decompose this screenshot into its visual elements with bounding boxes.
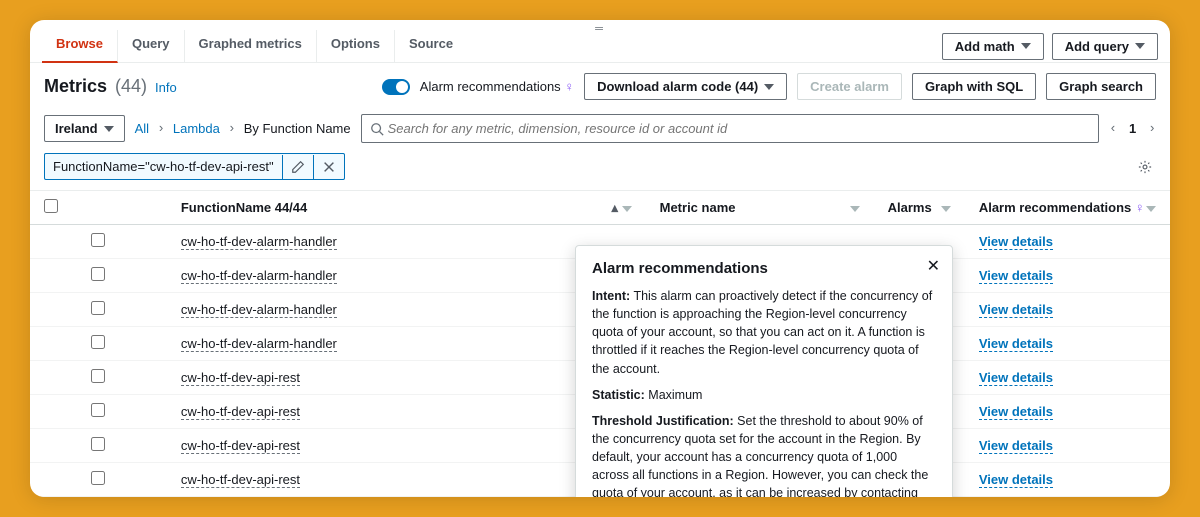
col-metricname[interactable]: Metric name: [660, 200, 736, 215]
function-name-link[interactable]: cw-ho-tf-dev-alarm-handler: [181, 268, 337, 284]
graph-with-sql-button[interactable]: Graph with SQL: [912, 73, 1036, 100]
graph-search-button[interactable]: Graph search: [1046, 73, 1156, 100]
alarm-reco-label: Alarm recommendations ♀: [420, 79, 574, 94]
view-details-link[interactable]: View details: [979, 438, 1053, 454]
row-checkbox[interactable]: [91, 369, 105, 383]
filter-chip: FunctionName="cw-ho-tf-dev-api-rest": [44, 153, 345, 180]
sort-icon[interactable]: [850, 200, 860, 215]
alarm-reco-toggle[interactable]: [382, 79, 410, 95]
sort-icon[interactable]: [1146, 200, 1156, 215]
lightbulb-icon: ♀: [1135, 200, 1145, 215]
breadcrumb-all[interactable]: All: [135, 121, 149, 136]
row-checkbox[interactable]: [91, 403, 105, 417]
breadcrumb-dimension: By Function Name: [244, 121, 351, 136]
view-details-link[interactable]: View details: [979, 302, 1053, 318]
view-details-link[interactable]: View details: [979, 404, 1053, 420]
add-math-button[interactable]: Add math: [942, 33, 1044, 60]
function-name-link[interactable]: cw-ho-tf-dev-alarm-handler: [181, 336, 337, 352]
caret-down-icon: [1021, 43, 1031, 49]
tab-browse[interactable]: Browse: [42, 30, 118, 63]
row-checkbox[interactable]: [91, 267, 105, 281]
col-alarm-recs[interactable]: Alarm recommendations: [979, 200, 1131, 215]
prev-page[interactable]: ‹: [1109, 121, 1117, 136]
filter-bar: Ireland All › Lambda › By Function Name …: [30, 110, 1170, 153]
remove-filter-icon[interactable]: [313, 155, 344, 179]
tab-source[interactable]: Source: [395, 30, 467, 62]
statistic-label: Statistic:: [592, 388, 645, 402]
metrics-panel: ═ Browse Query Graphed metrics Options S…: [30, 20, 1170, 497]
add-math-label: Add math: [955, 39, 1015, 54]
function-name-link[interactable]: cw-ho-tf-dev-api-rest: [181, 404, 300, 420]
page-number: 1: [1129, 121, 1136, 136]
row-checkbox[interactable]: [91, 335, 105, 349]
breadcrumb-service[interactable]: Lambda: [173, 121, 220, 136]
caret-down-icon: [104, 126, 114, 132]
function-name-link[interactable]: cw-ho-tf-dev-alarm-handler: [181, 302, 337, 318]
create-alarm-button: Create alarm: [797, 73, 902, 100]
table-settings-button[interactable]: [1134, 155, 1156, 179]
row-checkbox[interactable]: [91, 301, 105, 315]
search-input[interactable]: [384, 119, 1091, 138]
alarm-reco-popover: ✕ Alarm recommendations Intent: This ala…: [575, 245, 953, 497]
result-count: (44): [115, 76, 147, 97]
row-checkbox[interactable]: [91, 471, 105, 485]
next-page[interactable]: ›: [1148, 121, 1156, 136]
gear-icon: [1138, 160, 1152, 174]
pagination: ‹ 1 ›: [1109, 121, 1156, 136]
edit-filter-icon[interactable]: [282, 155, 313, 179]
col-functionname[interactable]: FunctionName 44/44: [181, 200, 307, 215]
add-query-button[interactable]: Add query: [1052, 33, 1158, 60]
toolbar: Metrics (44) Info Alarm recommendations …: [30, 63, 1170, 110]
sort-icon[interactable]: ▴: [611, 200, 631, 216]
view-details-link[interactable]: View details: [979, 268, 1053, 284]
lightbulb-icon: ♀: [564, 79, 574, 94]
sort-icon[interactable]: [941, 200, 951, 215]
function-name-link[interactable]: cw-ho-tf-dev-api-rest: [181, 472, 300, 488]
popover-title: Alarm recommendations: [592, 260, 936, 277]
search-input-wrapper[interactable]: [361, 114, 1100, 143]
drag-handle-icon[interactable]: ═: [595, 23, 605, 35]
view-details-link[interactable]: View details: [979, 234, 1053, 250]
tab-query[interactable]: Query: [118, 30, 185, 62]
breadcrumb: All › Lambda › By Function Name: [135, 121, 351, 136]
active-filters: FunctionName="cw-ho-tf-dev-api-rest": [30, 153, 1170, 190]
region-value: Ireland: [55, 121, 98, 136]
function-name-link[interactable]: cw-ho-tf-dev-api-rest: [181, 438, 300, 454]
function-name-link[interactable]: cw-ho-tf-dev-api-rest: [181, 370, 300, 386]
caret-down-icon: [764, 84, 774, 90]
row-checkbox[interactable]: [91, 233, 105, 247]
caret-down-icon: [1135, 43, 1145, 49]
region-selector[interactable]: Ireland: [44, 115, 125, 142]
view-details-link[interactable]: View details: [979, 370, 1053, 386]
row-checkbox[interactable]: [91, 437, 105, 451]
page-title: Metrics: [44, 76, 107, 97]
info-link[interactable]: Info: [155, 80, 177, 95]
threshold-label: Threshold Justification:: [592, 414, 734, 428]
view-details-link[interactable]: View details: [979, 472, 1053, 488]
download-alarm-label: Download alarm code (44): [597, 79, 758, 94]
tab-options[interactable]: Options: [317, 30, 395, 62]
chevron-right-icon: ›: [157, 121, 165, 136]
close-icon[interactable]: ✕: [927, 256, 940, 276]
col-alarms[interactable]: Alarms: [888, 200, 932, 215]
statistic-value: Maximum: [648, 388, 702, 402]
function-name-link[interactable]: cw-ho-tf-dev-alarm-handler: [181, 234, 337, 250]
download-alarm-code-button[interactable]: Download alarm code (44): [584, 73, 787, 100]
select-all-checkbox[interactable]: [44, 199, 58, 213]
intent-text: This alarm can proactively detect if the…: [592, 289, 932, 376]
search-icon: [370, 122, 384, 136]
view-details-link[interactable]: View details: [979, 336, 1053, 352]
filter-chip-text: FunctionName="cw-ho-tf-dev-api-rest": [45, 154, 282, 179]
add-query-label: Add query: [1065, 39, 1129, 54]
chevron-right-icon: ›: [228, 121, 236, 136]
intent-label: Intent:: [592, 289, 630, 303]
tab-graphed-metrics[interactable]: Graphed metrics: [185, 30, 317, 62]
